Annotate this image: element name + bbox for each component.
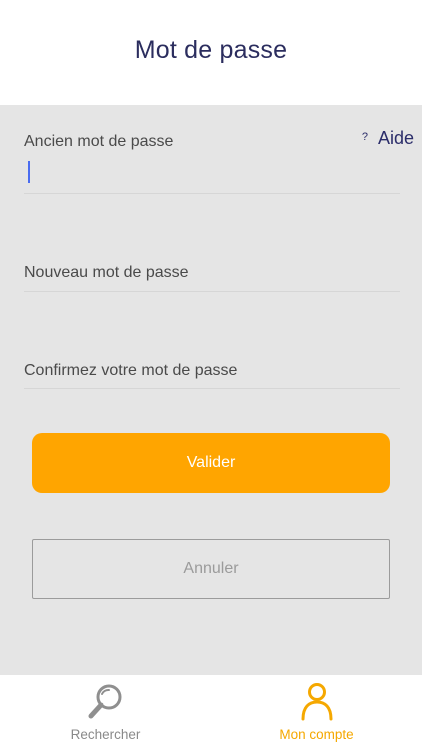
new-password-input[interactable] xyxy=(24,264,400,288)
old-password-input[interactable] xyxy=(24,161,400,185)
tab-bar: Rechercher Mon compte xyxy=(0,675,422,750)
header: Mot de passe xyxy=(0,0,422,105)
tab-account[interactable]: Mon compte xyxy=(211,675,422,750)
confirm-password-field: Confirmez votre mot de passe xyxy=(24,360,400,389)
old-password-label: Ancien mot de passe xyxy=(24,133,174,150)
new-password-field: Nouveau mot de passe xyxy=(24,262,400,292)
old-password-field: Ancien mot de passe xyxy=(24,131,400,194)
text-caret xyxy=(28,161,30,183)
tab-search[interactable]: Rechercher xyxy=(0,675,211,750)
password-form: ? Aide Ancien mot de passe Nouveau mot d… xyxy=(0,105,422,675)
tab-account-label: Mon compte xyxy=(279,727,354,742)
page-title: Mot de passe xyxy=(134,36,288,64)
cancel-button[interactable]: Annuler xyxy=(32,539,390,599)
search-icon xyxy=(88,684,121,719)
tab-search-label: Rechercher xyxy=(70,727,141,742)
submit-button[interactable]: Valider xyxy=(32,433,390,493)
confirm-password-input[interactable] xyxy=(24,362,400,386)
user-icon xyxy=(301,683,332,721)
